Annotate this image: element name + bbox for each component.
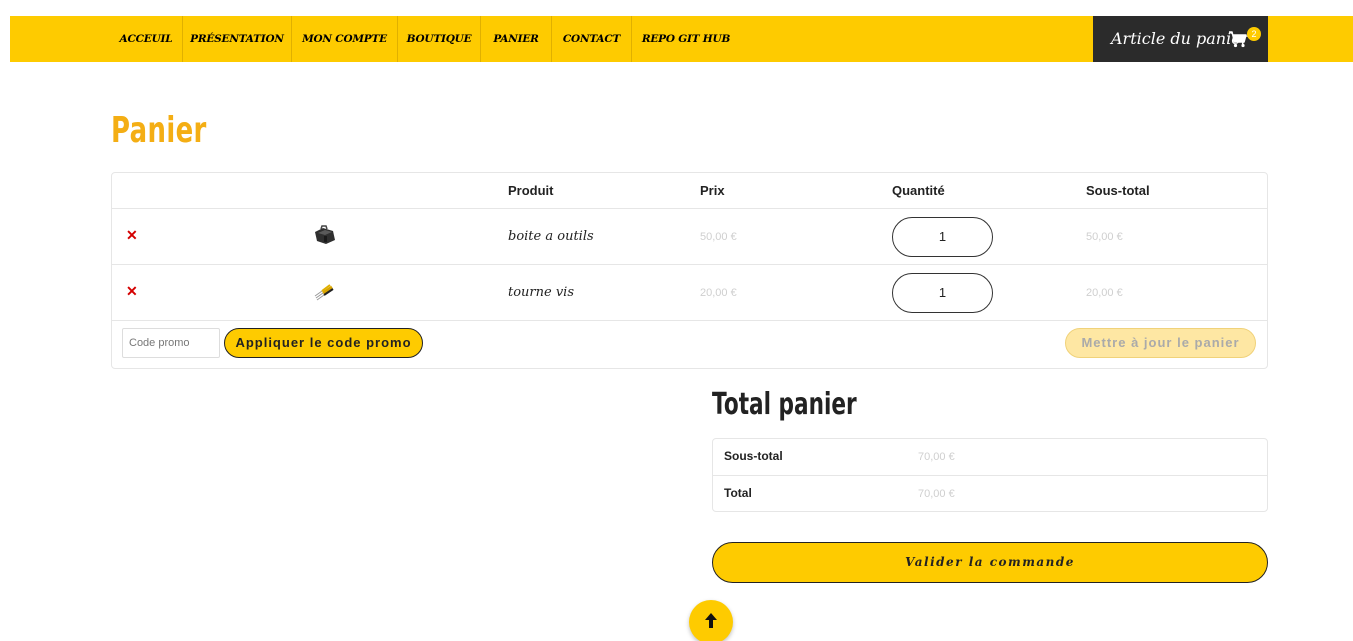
- total-label: Total: [724, 486, 752, 500]
- header-subtotal: Sous-total: [1086, 183, 1150, 198]
- nav-item-repo-git-hub[interactable]: REPO GIT HUB: [632, 16, 740, 62]
- quantity-input[interactable]: 1: [892, 217, 993, 257]
- cart-actions: Code promo Appliquer le code promo Mettr…: [112, 321, 1267, 369]
- row-subtotal: 20,00 €: [1086, 287, 1123, 299]
- product-link[interactable]: boite a outils: [508, 229, 594, 244]
- subtotal-value: 70,00 €: [918, 451, 955, 463]
- nav-item-mon-compte[interactable]: MON COMPTE: [292, 16, 398, 62]
- cart-table: Produit Prix Quantité Sous-total ✕ boite…: [111, 172, 1268, 369]
- close-icon[interactable]: ✕: [126, 228, 138, 242]
- header-quantity: Quantité: [892, 183, 945, 198]
- nav-item-boutique[interactable]: BOUTIQUE: [398, 16, 481, 62]
- back-to-top-button[interactable]: [689, 600, 733, 641]
- arrow-up-icon: [705, 613, 717, 628]
- nav-item-acceuil[interactable]: ACCEUIL: [110, 16, 183, 62]
- nav-item-panier[interactable]: PANIER: [481, 16, 552, 62]
- cart-totals-table: Sous-total 70,00 € Total 70,00 €: [712, 438, 1268, 512]
- close-icon[interactable]: ✕: [126, 284, 138, 298]
- totals-row-subtotal: Sous-total 70,00 €: [713, 439, 1267, 475]
- total-value: 70,00 €: [918, 488, 955, 500]
- header-product: Produit: [508, 183, 554, 198]
- product-price: 20,00 €: [700, 287, 737, 299]
- product-price: 50,00 €: [700, 231, 737, 243]
- toolbox-image: [315, 225, 335, 244]
- screwdriver-image: [314, 284, 334, 301]
- row-subtotal: 50,00 €: [1086, 231, 1123, 243]
- shopping-cart-icon: [1229, 31, 1247, 48]
- cart-row: ✕ boite a outils 50,00 € 1 50,00 €: [112, 209, 1267, 265]
- promo-code-input[interactable]: Code promo: [122, 328, 220, 358]
- checkout-button[interactable]: Valider la commande: [712, 542, 1268, 583]
- cart-row: ✕ tourne vis 20,00 € 1 20,00 €: [112, 265, 1267, 321]
- update-cart-button[interactable]: Mettre à jour le panier: [1065, 328, 1256, 358]
- product-link[interactable]: tourne vis: [508, 285, 574, 300]
- page-title: Panier: [111, 110, 207, 151]
- totals-row-total: Total 70,00 €: [713, 475, 1267, 511]
- apply-promo-button[interactable]: Appliquer le code promo: [224, 328, 423, 358]
- subtotal-label: Sous-total: [724, 449, 783, 463]
- quantity-input[interactable]: 1: [892, 273, 993, 313]
- cart-totals-title: Total panier: [712, 387, 857, 422]
- cart-table-header: Produit Prix Quantité Sous-total: [112, 173, 1267, 209]
- cart-count-badge: 2: [1247, 27, 1261, 41]
- nav-item-contact[interactable]: CONTACT: [552, 16, 632, 62]
- cart-summary-link[interactable]: Article du panier 2: [1093, 16, 1268, 62]
- nav-item-presentation[interactable]: PRÉSENTATION: [183, 16, 292, 62]
- header-price: Prix: [700, 183, 725, 198]
